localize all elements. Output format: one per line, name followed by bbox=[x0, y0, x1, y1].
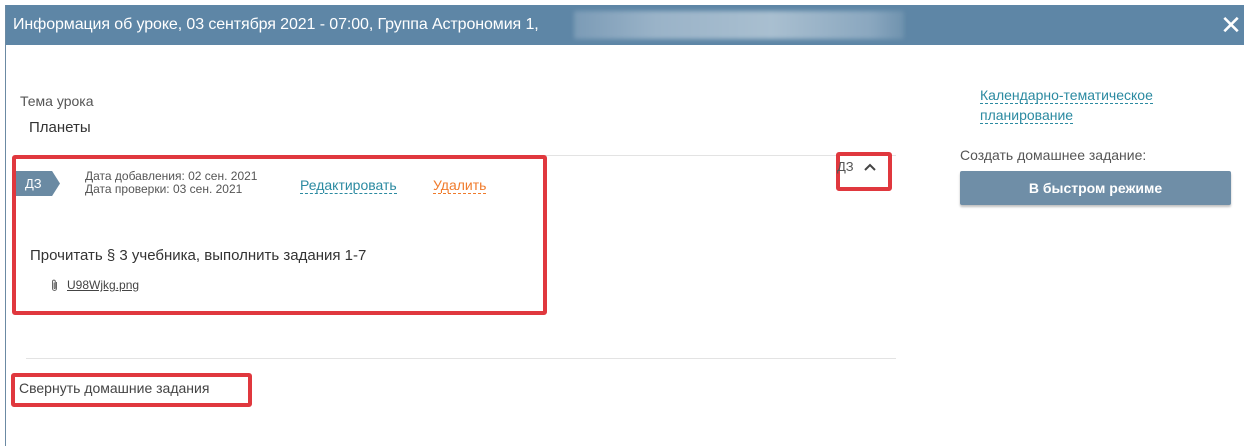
attachment-filename[interactable]: U98Wjkg.png bbox=[67, 278, 139, 292]
dialog-titlebar: Информация об уроке, 03 сентября 2021 - … bbox=[6, 5, 1244, 45]
ktp-line1: Календарно-тематическое bbox=[980, 87, 1153, 104]
homework-badge: ДЗ bbox=[16, 171, 60, 196]
dialog-title: Информация об уроке, 03 сентября 2021 - … bbox=[13, 16, 539, 33]
homework-toggle[interactable]: ДЗ bbox=[837, 159, 876, 174]
edit-homework-link[interactable]: Редактировать bbox=[300, 177, 397, 194]
quick-mode-button[interactable]: В быстром режиме bbox=[960, 171, 1231, 205]
redacted-title-area bbox=[574, 11, 904, 39]
homework-dates: Дата добавления: 02 сен. 2021 Дата прове… bbox=[85, 170, 257, 196]
create-homework-label: Создать домашнее задание: bbox=[960, 147, 1147, 163]
paperclip-icon bbox=[52, 279, 57, 291]
thematic-planning-link[interactable]: Календарно-тематическое планирование bbox=[980, 85, 1180, 125]
attachment: U98Wjkg.png bbox=[50, 278, 139, 292]
collapse-homework-link[interactable]: Свернуть домашние задания bbox=[19, 380, 209, 396]
close-icon[interactable]: ✕ bbox=[1217, 5, 1244, 45]
chevron-up-icon bbox=[863, 163, 876, 171]
delete-homework-link[interactable]: Удалить bbox=[433, 177, 487, 194]
check-date: Дата проверки: 03 сен. 2021 bbox=[85, 182, 243, 196]
divider-bottom bbox=[26, 358, 896, 359]
homework-toggle-label: ДЗ bbox=[837, 159, 854, 174]
topic-value: Планеты bbox=[29, 119, 91, 136]
topic-label: Тема урока bbox=[20, 93, 94, 109]
homework-text: Прочитать § 3 учебника, выполнить задани… bbox=[30, 247, 367, 264]
ktp-line2: планирование bbox=[980, 107, 1074, 124]
